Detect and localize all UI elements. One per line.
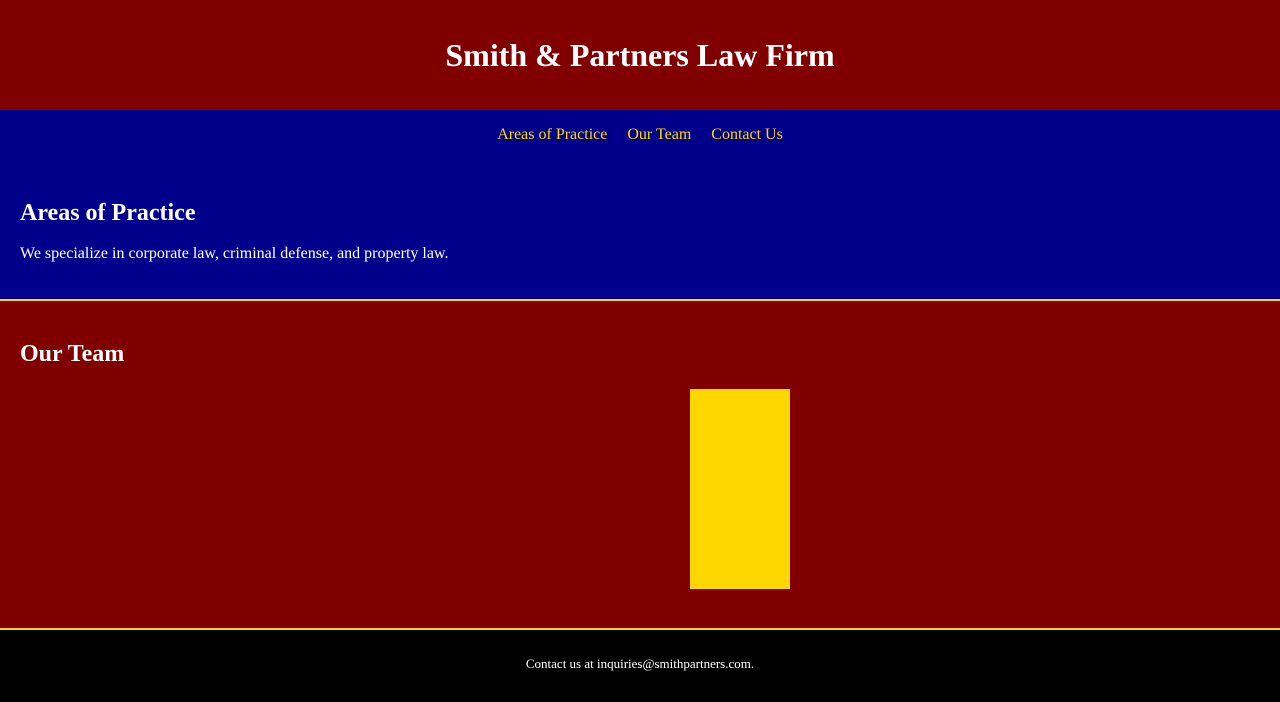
main-nav: Areas of Practice Our Team Contact Us	[0, 110, 1280, 160]
nav-link-contact-us[interactable]: Contact Us	[711, 126, 783, 143]
practice-description: We specialize in corporate law, criminal…	[20, 245, 449, 262]
nav-item-areas-of-practice: Areas of Practice	[497, 125, 607, 145]
team-heading: Our Team	[20, 341, 125, 367]
nav-link-our-team[interactable]: Our Team	[627, 126, 691, 143]
site-header: Smith & Partners Law Firm	[0, 0, 1280, 110]
nav-item-our-team: Our Team	[627, 125, 691, 145]
nav-item-contact-us: Contact Us	[711, 125, 783, 145]
site-footer: Contact us at inquiries@smithpartners.co…	[0, 630, 1280, 700]
team-section: Our Team	[0, 301, 1280, 630]
nav-list: Areas of Practice Our Team Contact Us	[497, 110, 783, 145]
team-member-photo	[690, 389, 790, 589]
footer-contact-text: Contact us at inquiries@smithpartners.co…	[525, 656, 755, 671]
practice-section: Areas of Practice We specialize in corpo…	[0, 160, 1280, 301]
nav-link-areas-of-practice[interactable]: Areas of Practice	[497, 126, 607, 143]
practice-heading: Areas of Practice	[20, 200, 196, 226]
site-title: Smith & Partners Law Firm	[445, 37, 835, 73]
